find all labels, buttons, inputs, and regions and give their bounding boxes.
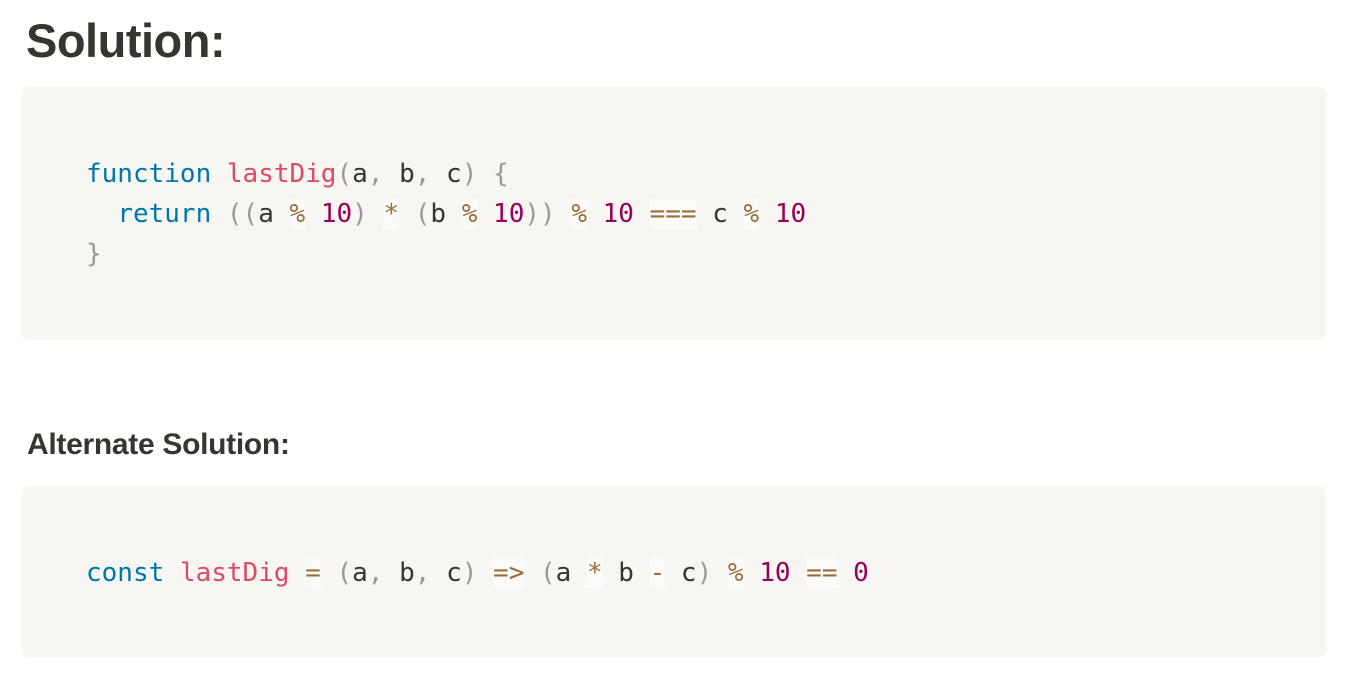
code-token: a — [258, 199, 290, 229]
code-token: = — [305, 558, 321, 588]
code-token: ( — [540, 558, 556, 588]
code-token: const — [86, 558, 165, 588]
code-token: a — [555, 558, 587, 588]
code-token: b — [602, 558, 650, 588]
code-token: == — [806, 558, 838, 588]
code-token: ) — [696, 558, 713, 588]
code-token: ( — [414, 199, 431, 229]
code-token: { — [493, 159, 509, 189]
code-token: ) — [352, 199, 368, 229]
code-token: c — [696, 199, 744, 229]
code-token: 10 — [320, 199, 353, 229]
code-token: ) — [461, 159, 478, 189]
code-token: c — [430, 159, 462, 189]
code-token: === — [649, 199, 697, 229]
code-token: , — [367, 159, 384, 189]
code-token: function — [86, 159, 212, 189]
code-line: const lastDig = (a, b, c) => (a * b - c)… — [86, 558, 869, 588]
code-token: 10 — [493, 199, 525, 229]
code-token: lastDig — [226, 159, 337, 189]
code-token: b — [383, 159, 415, 189]
code-token: )) — [524, 199, 556, 229]
solution-code[interactable]: function lastDig(a, b, c) { return ((a %… — [86, 154, 806, 274]
code-token: % — [461, 199, 478, 229]
alternate-solution-code-block[interactable]: const lastDig = (a, b, c) => (a * b - c)… — [22, 486, 1326, 657]
code-token: a — [352, 159, 368, 189]
code-token: => — [493, 558, 525, 588]
solution-heading: Solution: — [26, 14, 226, 67]
code-token: , — [414, 558, 431, 588]
code-token: } — [86, 239, 102, 269]
code-token: % — [743, 199, 760, 229]
code-line: function lastDig(a, b, c) { — [86, 159, 509, 189]
solution-code-block[interactable]: function lastDig(a, b, c) { return ((a %… — [22, 87, 1326, 340]
code-token: a — [352, 558, 368, 588]
code-token: ( — [336, 558, 353, 588]
code-token: - — [649, 558, 666, 588]
code-line: return ((a % 10) * (b % 10)) % 10 === c … — [86, 199, 806, 229]
alternate-solution-heading: Alternate Solution: — [27, 428, 290, 461]
code-token: , — [367, 558, 384, 588]
code-token: * — [586, 558, 603, 588]
code-token: 10 — [602, 199, 634, 229]
code-token: % — [571, 199, 587, 229]
code-token: c — [665, 558, 697, 588]
code-token: b — [383, 558, 415, 588]
code-token: ) — [461, 558, 478, 588]
alternate-solution-code[interactable]: const lastDig = (a, b, c) => (a * b - c)… — [86, 553, 869, 593]
code-token: b — [430, 199, 462, 229]
code-token: c — [430, 558, 462, 588]
code-token: 10 — [759, 558, 791, 588]
code-token: 10 — [774, 199, 807, 229]
code-token: ( — [336, 159, 353, 189]
code-token: * — [383, 199, 400, 229]
code-token: lastDig — [179, 558, 290, 588]
code-token: , — [414, 159, 431, 189]
code-line: } — [86, 239, 102, 269]
code-token: (( — [226, 199, 259, 229]
code-token: % — [289, 199, 306, 229]
code-token: 0 — [853, 558, 869, 588]
code-token: % — [727, 558, 744, 588]
code-token: return — [117, 199, 212, 229]
